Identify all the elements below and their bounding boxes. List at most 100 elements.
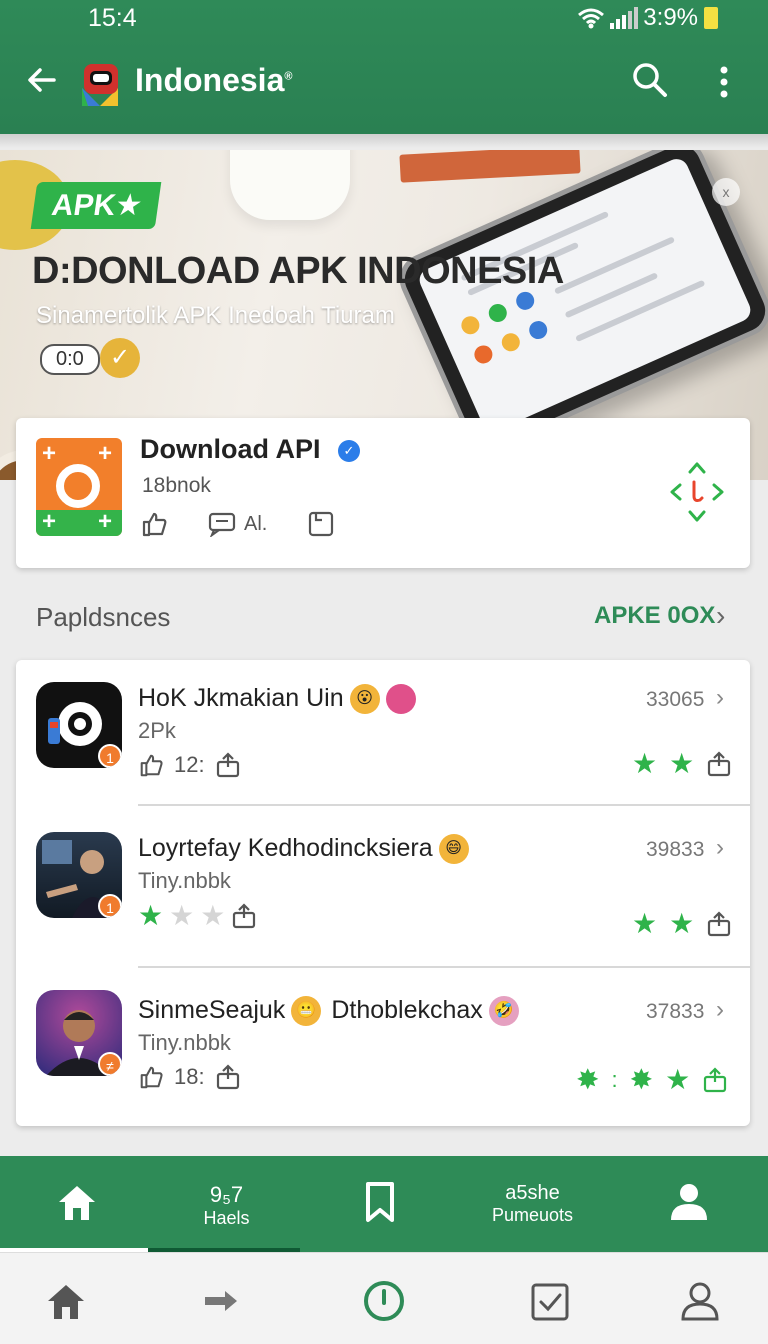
home-icon: [58, 1186, 95, 1220]
appbar-shadow: [0, 134, 768, 148]
search-icon[interactable]: [630, 60, 670, 100]
list-app-icon: 1: [36, 682, 122, 768]
nav2-account[interactable]: [612, 1253, 765, 1344]
back-arrow-icon[interactable]: [24, 62, 60, 98]
nav-tab-4-label: Pumeuots: [491, 1205, 574, 1225]
nav2-tasks[interactable]: [459, 1253, 612, 1344]
check-box-icon: [531, 1283, 569, 1321]
app-logo-icon: [82, 64, 118, 106]
star-icon: ✸: [629, 1064, 654, 1095]
list-item-rating: ★ ★ ★: [138, 902, 257, 930]
status-time: 15:4: [88, 4, 137, 32]
chevron-right-icon[interactable]: ›: [716, 600, 725, 632]
more-vert-icon[interactable]: [712, 62, 736, 102]
section-see-all-link[interactable]: APKE 0OX: [594, 602, 715, 630]
share-icon[interactable]: [231, 903, 257, 929]
list-item-meta-num: 12:: [174, 752, 205, 777]
monster-emoji-icon: 😬: [291, 996, 322, 1027]
message-icon[interactable]: [208, 511, 238, 537]
arrow-right-icon: [205, 1291, 237, 1311]
status-right: 3:9%: [577, 4, 718, 32]
chevron-right-icon[interactable]: ›: [716, 834, 724, 862]
wifi-icon: [578, 8, 605, 29]
apk-badge: APK★: [30, 182, 162, 229]
list-app-icon: 1: [36, 832, 122, 918]
share-icon[interactable]: [215, 752, 241, 778]
nav-home[interactable]: [0, 1156, 153, 1252]
battery-icon: [704, 7, 718, 29]
nav-tab-4[interactable]: a5she Pumeuots: [456, 1156, 609, 1252]
hero-subline: Sinamertolik APK Inedoah Tiuram: [36, 302, 395, 329]
chevron-right-icon[interactable]: ›: [716, 996, 724, 1024]
laugh-emoji-icon: 🤣: [488, 996, 519, 1027]
star-icon: ★: [669, 748, 695, 779]
rating-stars: ★ ★: [632, 750, 732, 778]
star-icon: ★: [632, 748, 658, 779]
primary-bottom-nav: 9₅7 Haels a5she Pumeuots: [0, 1156, 768, 1253]
secondary-bottom-nav: [0, 1252, 768, 1344]
share-icon[interactable]: [706, 911, 732, 937]
thumbs-up-icon[interactable]: [138, 752, 164, 778]
smile-emoji-icon: 😮: [349, 684, 380, 715]
check-badge-icon: ✓: [100, 338, 140, 378]
lips-emoji-icon: [385, 684, 416, 715]
bookmark-icon: [365, 1182, 394, 1222]
home-icon: [48, 1285, 84, 1319]
close-ad-icon[interactable]: x: [712, 178, 740, 206]
notification-badge: 1: [98, 894, 122, 918]
nav-bookmarks[interactable]: [303, 1156, 456, 1252]
notification-badge: 1: [98, 744, 122, 768]
divider: [138, 804, 750, 806]
thumbs-up-icon[interactable]: [138, 1064, 164, 1090]
featured-app-icon: + + + +: [36, 438, 122, 536]
list-item-meta-num: 18:: [174, 1064, 205, 1089]
app-list: 1 HoK Jkmakian Uin 😮 2Pk 12: 33065 › ★ ★ …: [16, 660, 750, 1126]
rating-stars: ✸ : ✸ ★: [576, 1066, 728, 1094]
star-icon: ★: [138, 900, 164, 931]
list-item-subtitle: 2Pk: [138, 718, 176, 743]
share-icon[interactable]: [702, 1067, 728, 1093]
featured-app-card[interactable]: + + + + Download API ✓ 18bnok Al.: [16, 418, 750, 568]
person-icon: [670, 1184, 707, 1220]
battery-text: 3:9%: [643, 4, 698, 31]
nav-tab-2[interactable]: 9₅7 Haels: [150, 1156, 303, 1252]
app-title: Indonesia®: [135, 62, 293, 98]
nav-tab-2-label: Haels: [203, 1208, 250, 1228]
list-item-title: SinmeSeajuk 😬 Dthoblekchax 🤣: [138, 996, 519, 1027]
hero-pill: 0:0: [40, 344, 100, 375]
phone-screen: [415, 155, 755, 435]
nav2-forward[interactable]: [153, 1253, 306, 1344]
save-icon[interactable]: [307, 510, 335, 538]
list-item-title: HoK Jkmakian Uin 😮: [138, 684, 416, 715]
divider: [138, 966, 750, 968]
list-item[interactable]: ≠ SinmeSeajuk 😬 Dthoblekchax 🤣 Tiny.nbbk 18…: [16, 972, 750, 1122]
share-icon[interactable]: [215, 1064, 241, 1090]
thumbs-up-icon[interactable]: [140, 510, 168, 538]
verified-icon: ✓: [338, 440, 360, 462]
featured-actions: Al.: [140, 510, 335, 538]
share-icon[interactable]: [706, 751, 732, 777]
list-item-meta: 18:: [138, 1064, 241, 1090]
star-icon: ★: [632, 908, 658, 939]
power-circle-icon: [364, 1281, 404, 1321]
download-arrows-icon[interactable]: [670, 462, 724, 522]
status-bar: 15:4 3:9%: [0, 0, 768, 36]
nav2-power[interactable]: [306, 1253, 459, 1344]
list-item-subtitle: Tiny.nbbk: [138, 868, 231, 893]
nav2-home[interactable]: [0, 1253, 153, 1344]
list-item[interactable]: 1 HoK Jkmakian Uin 😮 2Pk 12: 33065 › ★ ★: [16, 660, 750, 810]
star-empty-icon: ★: [169, 900, 195, 931]
app-bar: Indonesia®: [0, 44, 768, 124]
featured-action-label: Al.: [244, 512, 268, 535]
list-item-count: 33065: [646, 688, 705, 711]
hero-headline: D:DONLOAD APK INDONESIA: [32, 250, 564, 292]
list-item[interactable]: 1 Loyrtefay Kedhodincksiera 😄 Tiny.nbbk ★…: [16, 810, 750, 960]
notification-badge: ≠: [98, 1052, 122, 1076]
nav-tab-2-count: 9₅7: [209, 1182, 244, 1207]
nav-profile[interactable]: [612, 1156, 765, 1252]
star-icon: ★: [665, 1064, 691, 1095]
chevron-right-icon[interactable]: ›: [716, 684, 724, 712]
cup-decor: [230, 150, 350, 220]
user-outline-icon: [681, 1282, 719, 1321]
top-app-bar: 15:4 3:9% Indonesia®: [0, 0, 768, 134]
